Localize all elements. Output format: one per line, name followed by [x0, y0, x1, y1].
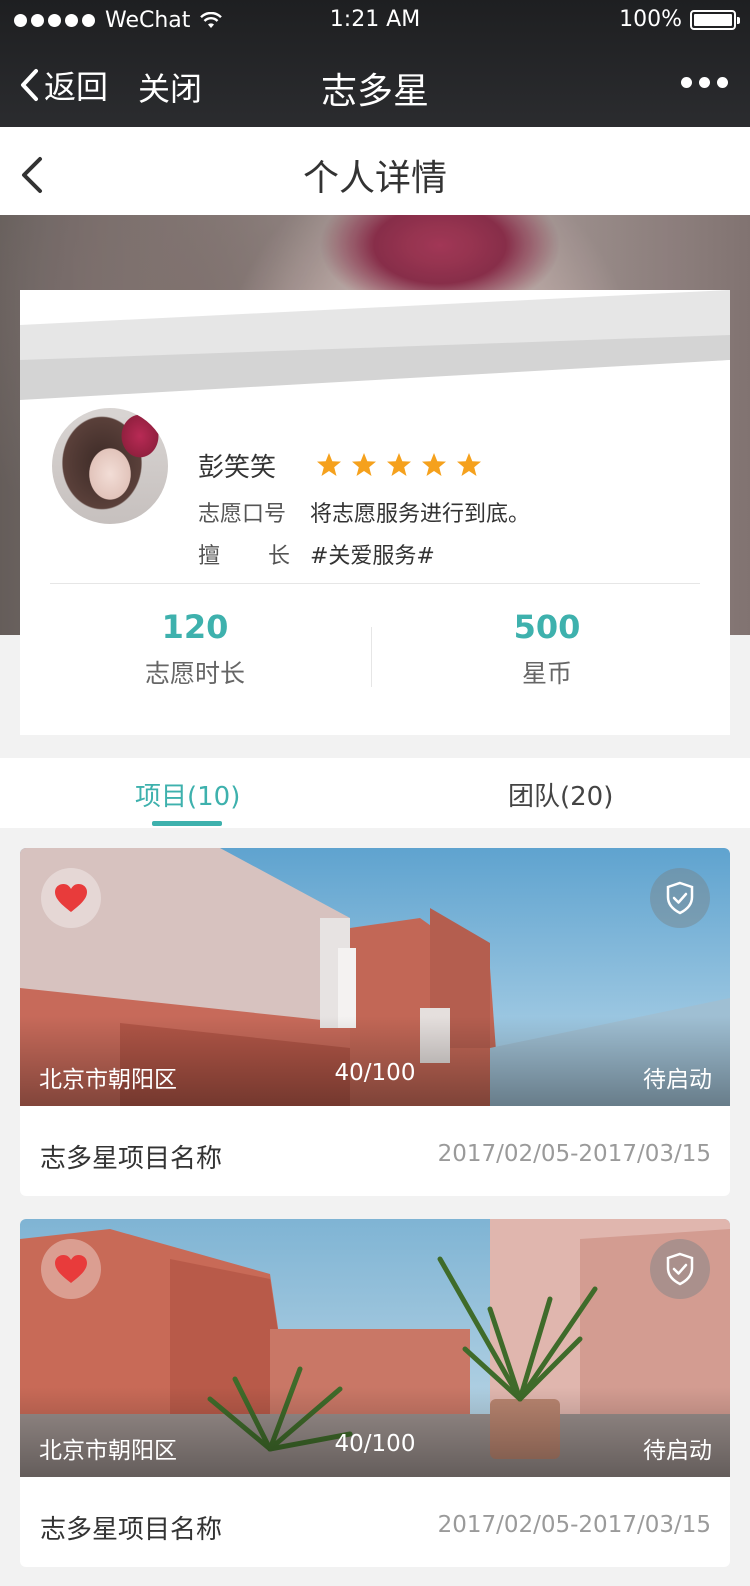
heart-icon: [55, 884, 87, 912]
project-date-range: 2017/02/05-2017/03/15: [437, 1141, 711, 1167]
project-name: 志多星项目名称: [40, 1144, 223, 1174]
heart-icon: [55, 1255, 87, 1283]
rating-stars: [316, 452, 482, 478]
verified-badge[interactable]: [650, 1239, 710, 1299]
name-row: 彭笑笑: [198, 445, 530, 485]
battery-indicator: 100%: [619, 7, 740, 32]
more-dot: [717, 77, 728, 88]
page-title: 个人详情: [302, 158, 447, 199]
shield-check-icon: [666, 881, 694, 915]
stat-value: 500: [513, 608, 581, 646]
status-bar: WeChat 1:21 AM 100%: [0, 0, 750, 40]
stat-star-coins[interactable]: 500 星币: [372, 608, 722, 690]
verified-badge[interactable]: [650, 868, 710, 928]
star-icon: [317, 453, 341, 476]
favorite-button[interactable]: [41, 1239, 101, 1299]
specialty-label-char: 长: [267, 544, 290, 569]
project-name: 志多星项目名称: [40, 1515, 223, 1545]
divider: [50, 583, 700, 584]
tab-bar: 项目(10) 团队(20): [0, 758, 750, 828]
top-bar: WeChat 1:21 AM 100% 返回 关闭 志多星: [0, 0, 750, 127]
stat-value: 120: [161, 608, 229, 646]
battery-icon: [690, 9, 740, 30]
project-status: 待启动: [643, 1438, 712, 1464]
star-icon: [387, 453, 411, 476]
project-progress: 40/100: [334, 1060, 416, 1086]
slogan-row: 志愿口号 将志愿服务进行到底。: [198, 497, 530, 527]
profile-card: 彭笑笑 志愿口号 将志愿服务进行到底。 擅 长 #关爱服务# 120 志愿时长 …: [20, 290, 730, 735]
project-card[interactable]: 北京市朝阳区 40/100 待启动 志多星项目名称 2017/02/05-201…: [20, 848, 730, 1196]
tab-projects[interactable]: 项目(10): [135, 776, 240, 813]
project-status: 待启动: [643, 1067, 712, 1093]
active-tab-indicator: [152, 821, 222, 826]
avatar[interactable]: [50, 406, 170, 526]
battery-percent: 100%: [619, 7, 682, 32]
profile-info: 彭笑笑 志愿口号 将志愿服务进行到底。 擅 长 #关爱服务#: [198, 445, 530, 570]
tab-teams[interactable]: 团队(20): [508, 776, 613, 813]
battery-fill: [694, 13, 732, 26]
stat-label: 志愿时长: [144, 659, 245, 688]
star-icon: [352, 453, 376, 476]
page-header: 个人详情: [0, 127, 750, 215]
slogan-label: 志愿口号: [198, 502, 287, 527]
more-dots-icon[interactable]: [681, 77, 728, 88]
wechat-nav-bar: 返回 关闭 志多星: [0, 40, 750, 127]
slogan-value: 将志愿服务进行到底。: [310, 502, 531, 527]
profile-name: 彭笑笑: [198, 452, 277, 483]
project-progress: 40/100: [334, 1431, 416, 1457]
stat-volunteer-hours[interactable]: 120 志愿时长: [20, 608, 370, 690]
star-icon: [457, 453, 481, 476]
specialty-row: 擅 长 #关爱服务#: [198, 539, 530, 569]
project-date-range: 2017/02/05-2017/03/15: [437, 1512, 711, 1538]
star-icon: [422, 453, 446, 476]
specialty-value: #关爱服务#: [310, 544, 435, 569]
shield-check-icon: [666, 1252, 694, 1286]
favorite-button[interactable]: [41, 868, 101, 928]
more-dot: [681, 77, 692, 88]
more-dot: [699, 77, 710, 88]
wechat-title: 志多星: [320, 71, 429, 112]
specialty-label: 擅 长: [198, 538, 290, 570]
project-card[interactable]: 北京市朝阳区 40/100 待启动 志多星项目名称 2017/02/05-201…: [20, 1219, 730, 1567]
stat-label: 星币: [521, 659, 572, 688]
specialty-label-char: 擅: [198, 544, 221, 569]
